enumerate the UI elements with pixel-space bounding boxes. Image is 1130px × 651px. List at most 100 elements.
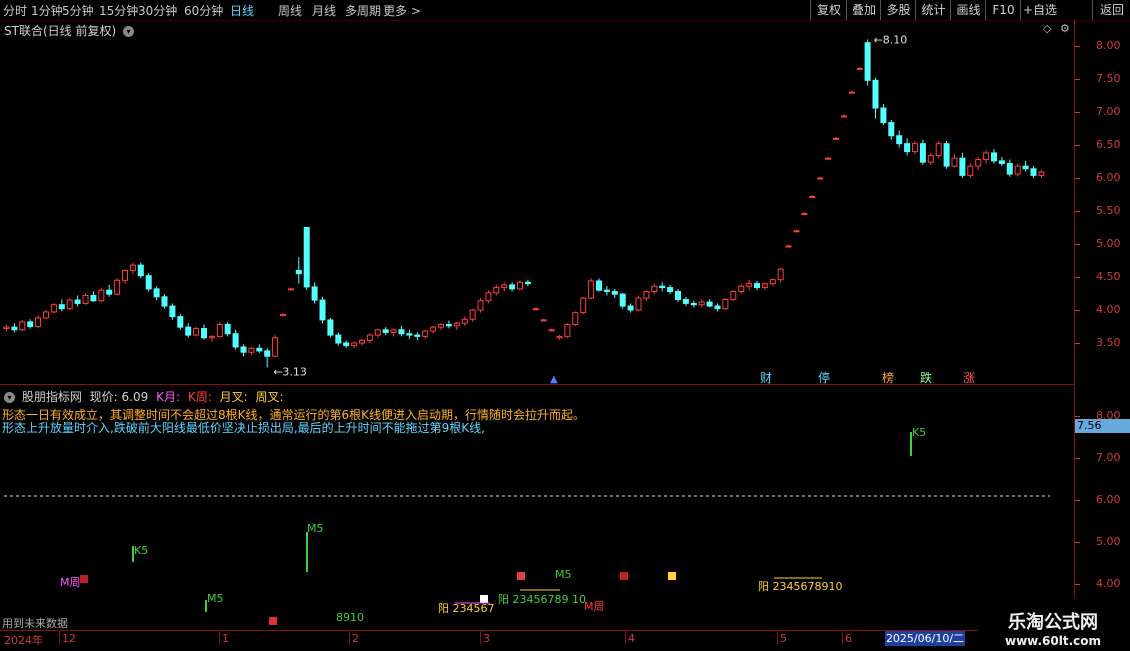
candle[interactable]: [248, 346, 255, 355]
candle[interactable]: [74, 295, 81, 307]
candle[interactable]: [793, 229, 800, 233]
candle[interactable]: [287, 287, 294, 291]
candle[interactable]: [122, 269, 128, 284]
toolbar-button[interactable]: 返回: [1092, 0, 1130, 20]
candle[interactable]: [548, 328, 555, 332]
candle[interactable]: [580, 296, 587, 314]
candle[interactable]: [311, 282, 318, 304]
chevron-down-icon[interactable]: ▾: [122, 26, 134, 37]
candle[interactable]: [714, 303, 721, 312]
candle[interactable]: [469, 308, 476, 322]
candle[interactable]: [809, 195, 816, 198]
period-tab[interactable]: 更多 >: [383, 2, 421, 19]
candle[interactable]: [919, 139, 926, 165]
candle[interactable]: [927, 152, 934, 165]
candle[interactable]: [137, 262, 144, 279]
candle[interactable]: [382, 327, 389, 336]
candle[interactable]: [959, 152, 966, 178]
candle[interactable]: [754, 280, 760, 291]
candle[interactable]: [461, 316, 468, 326]
candle[interactable]: [422, 329, 429, 340]
candle[interactable]: [801, 212, 808, 216]
candle[interactable]: [524, 279, 531, 287]
candle[interactable]: [722, 298, 729, 310]
candle[interactable]: [840, 114, 847, 118]
candle[interactable]: [983, 150, 990, 164]
candle[interactable]: [951, 154, 958, 168]
candle[interactable]: [596, 278, 602, 292]
candle[interactable]: [335, 332, 342, 346]
candle[interactable]: [145, 273, 152, 292]
candle[interactable]: [82, 293, 89, 305]
candle[interactable]: [319, 296, 326, 324]
candle[interactable]: [27, 319, 34, 329]
toolbar-button[interactable]: 多股: [880, 0, 916, 20]
diamond-icon[interactable]: ◇: [1043, 22, 1051, 35]
candle[interactable]: [730, 290, 737, 301]
candle[interactable]: [193, 326, 200, 337]
candle[interactable]: [35, 315, 42, 328]
candle[interactable]: [58, 299, 65, 312]
candle[interactable]: [390, 328, 397, 337]
candle[interactable]: [532, 307, 539, 311]
chevron-down-icon[interactable]: ▾: [4, 392, 15, 403]
price-chart-panel[interactable]: ←8.10 ←3.13 财 停 榜 跌 涨 ▲: [0, 20, 1074, 385]
candle[interactable]: [706, 299, 713, 308]
candle[interactable]: [643, 290, 650, 301]
candle[interactable]: [564, 323, 571, 338]
toolbar-button[interactable]: 叠加: [846, 0, 881, 20]
candle[interactable]: [967, 163, 974, 178]
candle[interactable]: [833, 137, 839, 140]
candle[interactable]: [509, 282, 516, 292]
candle[interactable]: [216, 321, 223, 338]
toolbar-button[interactable]: 复权: [810, 0, 847, 20]
candle[interactable]: [485, 290, 492, 304]
candle[interactable]: [106, 284, 113, 297]
candle[interactable]: [880, 104, 887, 126]
toolbar-button[interactable]: 统计: [915, 0, 951, 20]
candle[interactable]: [66, 298, 73, 310]
candle[interactable]: [445, 320, 452, 329]
candle[interactable]: [998, 156, 1005, 167]
event-marker[interactable]: 涨: [963, 370, 975, 385]
candle[interactable]: [651, 283, 658, 295]
candle[interactable]: [129, 262, 136, 274]
period-tab[interactable]: 5分钟: [62, 2, 94, 19]
candle[interactable]: [588, 278, 595, 300]
toolbar-button[interactable]: F10: [985, 0, 1021, 20]
candle[interactable]: [1006, 159, 1013, 177]
candle[interactable]: [785, 244, 792, 248]
candle[interactable]: [619, 292, 626, 309]
candle[interactable]: [761, 282, 768, 291]
candle[interactable]: [635, 295, 642, 312]
candle[interactable]: [430, 325, 437, 334]
candle[interactable]: [201, 324, 207, 340]
event-marker[interactable]: 榜: [882, 370, 894, 385]
candle[interactable]: [746, 279, 753, 291]
period-tab[interactable]: 周线: [278, 2, 302, 19]
candle[interactable]: [256, 344, 263, 353]
candle[interactable]: [406, 329, 413, 340]
candle[interactable]: [1030, 166, 1037, 178]
candle[interactable]: [572, 311, 579, 326]
candle[interactable]: [904, 138, 911, 156]
candle[interactable]: [611, 288, 618, 299]
candle[interactable]: [856, 67, 863, 70]
candle[interactable]: [114, 278, 121, 296]
candle[interactable]: [943, 141, 950, 169]
candle[interactable]: [517, 280, 523, 291]
toolbar-button[interactable]: 画线: [950, 0, 986, 20]
candle[interactable]: [540, 318, 547, 322]
candle[interactable]: [438, 323, 444, 330]
candle[interactable]: [232, 329, 239, 350]
candle[interactable]: [366, 333, 373, 343]
candle[interactable]: [667, 284, 674, 295]
candle[interactable]: [280, 313, 286, 317]
candle[interactable]: [240, 344, 247, 357]
candle[interactable]: [738, 283, 745, 295]
period-tab[interactable]: 60分钟: [184, 2, 223, 19]
candle[interactable]: [991, 148, 997, 164]
candle[interactable]: [374, 328, 381, 338]
candle[interactable]: [264, 348, 271, 368]
candle[interactable]: [872, 77, 879, 119]
